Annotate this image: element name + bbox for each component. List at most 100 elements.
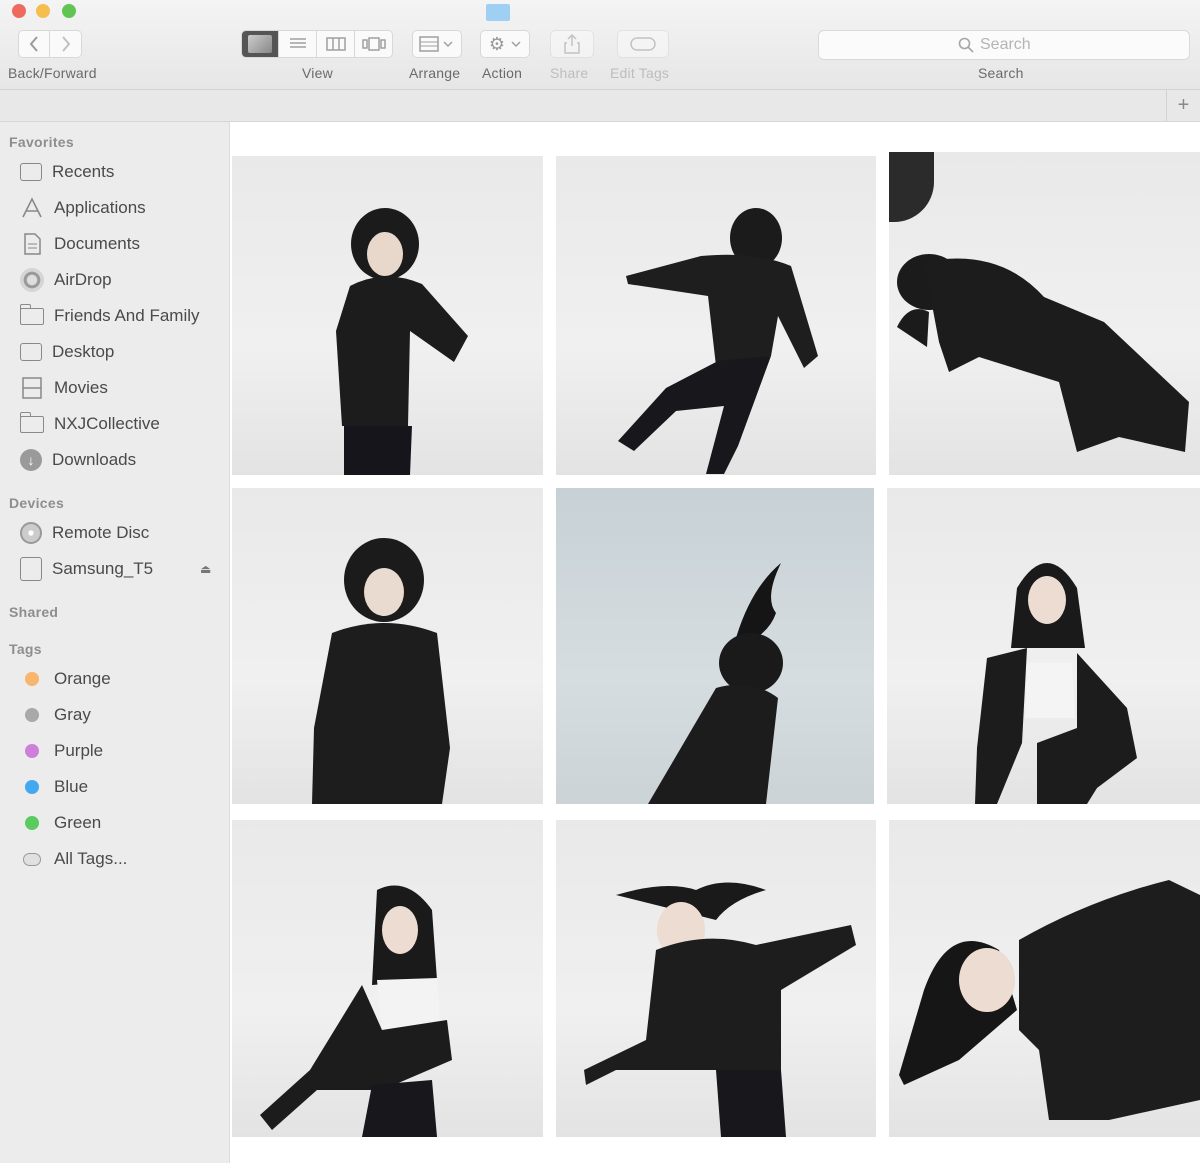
sidebar-item-label: Documents [54, 234, 140, 253]
blue-tag-dot-icon [25, 780, 39, 794]
photo-thumbnail[interactable] [232, 820, 543, 1137]
chevron-right-icon [61, 36, 70, 52]
drive-icon [20, 557, 42, 581]
sidebar-item-label: Remote Disc [52, 523, 150, 542]
search-icon [958, 37, 974, 53]
new-tab-button[interactable]: + [1166, 90, 1200, 121]
sidebar-item-label: Samsung_T5 [52, 559, 154, 578]
photo-thumbnail[interactable] [556, 156, 876, 475]
share-icon [564, 34, 580, 54]
person-figure-image [899, 880, 1200, 1120]
person-figure-image [618, 208, 818, 474]
photo-thumbnail[interactable] [556, 488, 874, 804]
shared-heading: Shared [9, 604, 59, 620]
sidebar-item-label: Gray [54, 705, 91, 724]
photo-thumbnail[interactable] [889, 152, 1200, 475]
sidebar-item-label: Purple [54, 741, 104, 760]
sidebar-tag-blue[interactable]: Blue [20, 772, 88, 802]
back-forward-label: Back/Forward [8, 65, 97, 81]
documents-icon [20, 233, 44, 255]
back-button[interactable] [18, 30, 50, 58]
back-forward-group [18, 30, 82, 58]
purple-tag-dot-icon [25, 744, 39, 758]
sidebar-item-samsung-t5[interactable]: Samsung_T5 [20, 554, 153, 584]
icon-view-icon [248, 35, 272, 53]
sidebar-item-movies[interactable]: Movies [20, 373, 108, 403]
arrange-grid-icon [419, 36, 453, 52]
gear-icon: ⚙ [488, 33, 506, 54]
view-label: View [302, 65, 333, 81]
sidebar-tag-gray[interactable]: Gray [20, 700, 91, 730]
sidebar-item-label: Friends And Family [54, 306, 200, 325]
photo-thumbnail[interactable] [887, 488, 1200, 804]
sidebar-item-label: Green [54, 813, 102, 832]
action-button[interactable]: ⚙ [480, 30, 530, 58]
share-button[interactable] [550, 30, 594, 58]
plus-icon: + [1177, 94, 1190, 116]
devices-heading: Devices [9, 495, 65, 511]
all-tags-icon [23, 852, 41, 866]
sidebar-tag-all-tags[interactable]: All Tags... [20, 844, 127, 874]
sidebar-item-label: Blue [54, 777, 89, 796]
sidebar-tag-orange[interactable]: Orange [20, 664, 111, 694]
icon-view-button[interactable] [241, 30, 279, 58]
chevron-left-icon [29, 36, 38, 52]
sidebar-item-label: Downloads [52, 450, 137, 469]
person-figure-image [648, 563, 783, 804]
sidebar-item-downloads[interactable]: ↓ Downloads [20, 445, 136, 475]
tab-bar: + [0, 90, 1200, 122]
sidebar-tag-green[interactable]: Green [20, 808, 101, 838]
downloads-icon: ↓ [20, 449, 42, 471]
chevron-down-icon [511, 41, 521, 48]
sidebar-item-nxjcollective[interactable]: NXJCollective [19, 409, 160, 439]
photo-thumbnail[interactable] [556, 820, 876, 1137]
zoom-window-button[interactable] [62, 4, 76, 18]
sidebar-item-label: NXJCollective [54, 414, 160, 433]
sidebar-tag-purple[interactable]: Purple [20, 736, 103, 766]
edit-tags-button[interactable] [617, 30, 669, 58]
search-input[interactable] [980, 36, 1050, 54]
sidebar-item-recents[interactable]: Recents [20, 157, 114, 187]
column-view-button[interactable] [317, 30, 355, 58]
disc-icon [20, 522, 42, 544]
tag-icon [630, 37, 656, 51]
photo-thumbnail[interactable] [889, 820, 1200, 1137]
photo-thumbnail[interactable] [232, 488, 543, 804]
sidebar-item-applications[interactable]: Applications [20, 193, 146, 223]
close-window-button[interactable] [12, 4, 26, 18]
arrange-button[interactable] [412, 30, 462, 58]
sidebar-item-documents[interactable]: Documents [20, 229, 140, 259]
sidebar-item-label: All Tags... [54, 849, 128, 868]
minimize-window-button[interactable] [36, 4, 50, 18]
sidebar-item-label: AirDrop [54, 270, 112, 289]
forward-button[interactable] [50, 30, 82, 58]
airdrop-icon [20, 268, 44, 292]
folder-icon [486, 4, 510, 21]
toolbar: Back/Forward View Arrange ⚙ Action Share… [0, 0, 1200, 90]
sidebar-item-remote-disc[interactable]: Remote Disc [20, 518, 149, 548]
column-view-icon [325, 37, 346, 51]
search-field[interactable] [818, 30, 1190, 60]
folder-icon [19, 411, 44, 433]
person-figure-image [897, 254, 1189, 452]
gallery-view-icon [361, 37, 386, 51]
action-label: Action [482, 65, 523, 81]
sidebar-item-desktop[interactable]: Desktop [20, 337, 114, 367]
search-label: Search [978, 65, 1024, 81]
eject-icon[interactable]: ⏏ [200, 562, 211, 576]
view-mode-group [241, 30, 393, 58]
list-view-button[interactable] [279, 30, 317, 58]
folder-icon [19, 303, 44, 325]
orange-tag-dot-icon [25, 672, 39, 686]
person-figure-image [975, 563, 1137, 804]
gallery-view-button[interactable] [355, 30, 393, 58]
list-view-icon [289, 38, 306, 48]
sidebar-item-label: Orange [54, 669, 111, 688]
sidebar-item-friends-and-family[interactable]: Friends And Family [19, 301, 200, 331]
person-figure-image [336, 208, 468, 475]
file-grid [231, 122, 1200, 1163]
sidebar-item-label: Applications [54, 198, 146, 217]
arrange-label: Arrange [409, 65, 461, 81]
sidebar-item-airdrop[interactable]: AirDrop [20, 265, 112, 295]
photo-thumbnail[interactable] [232, 156, 543, 475]
